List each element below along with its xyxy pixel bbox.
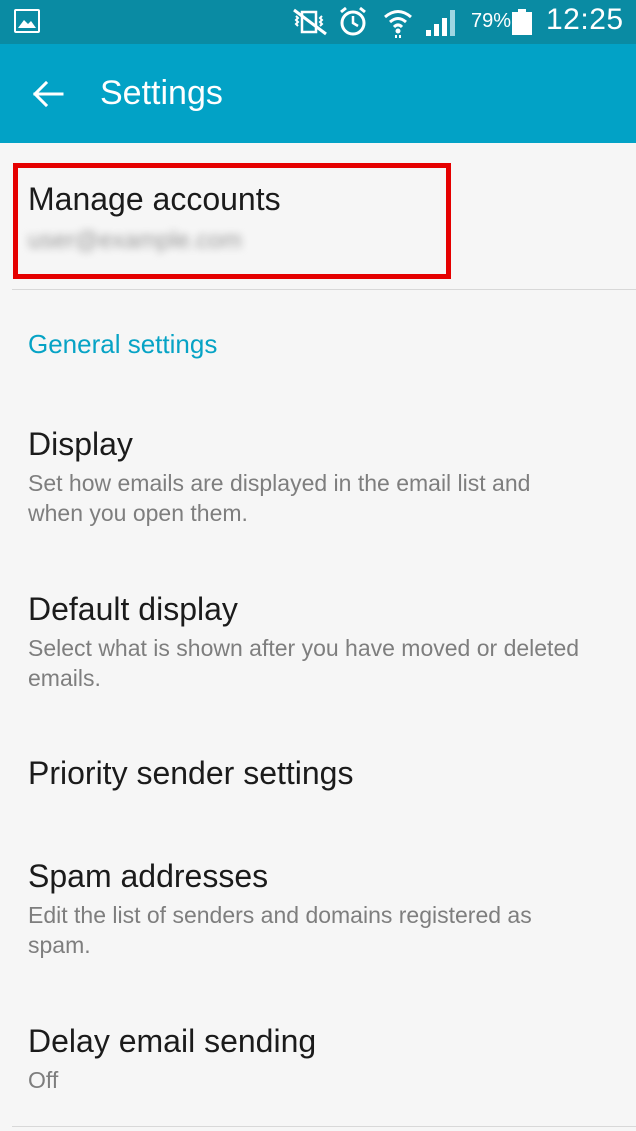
setting-spam-addresses[interactable]: Spam addresses Edit the list of senders … (0, 858, 636, 968)
setting-delay-email[interactable]: Delay email sending Off (0, 1023, 636, 1103)
divider (12, 1126, 636, 1127)
section-header-general: General settings (28, 329, 218, 359)
back-button[interactable] (20, 66, 76, 122)
highlight-box (13, 163, 451, 279)
arrow-left-icon (32, 80, 64, 108)
manage-accounts-item[interactable]: Manage accounts user@example.com (0, 143, 636, 289)
setting-value: Off (28, 1067, 59, 1093)
setting-default-display[interactable]: Default display Select what is shown aft… (0, 591, 636, 701)
vibrate-mute-icon (293, 8, 327, 36)
battery-percent: 79% (471, 10, 512, 32)
app-bar: Settings (0, 44, 636, 143)
setting-title: Delay email sending (28, 1023, 317, 1059)
settings-list: Manage accounts user@example.com General… (0, 143, 636, 1131)
divider (12, 289, 636, 290)
alarm-icon (340, 6, 366, 36)
status-time: 12:25 (546, 3, 624, 36)
setting-priority-sender[interactable]: Priority sender settings (0, 755, 636, 815)
gallery-icon (14, 9, 40, 33)
setting-title: Spam addresses (28, 858, 269, 894)
battery-icon (512, 9, 532, 35)
page-title: Settings (100, 74, 223, 112)
setting-title: Priority sender settings (28, 755, 354, 791)
status-bar: 79% 12:25 (0, 0, 636, 44)
setting-desc: Select what is shown after you have move… (28, 635, 580, 691)
setting-desc: Set how emails are displayed in the emai… (28, 470, 531, 526)
wifi-icon (384, 10, 412, 38)
setting-desc: Edit the list of senders and domains reg… (28, 902, 532, 958)
setting-display[interactable]: Display Set how emails are displayed in … (0, 426, 636, 536)
signal-icon (426, 10, 455, 36)
setting-title: Display (28, 426, 133, 462)
setting-title: Default display (28, 591, 238, 627)
